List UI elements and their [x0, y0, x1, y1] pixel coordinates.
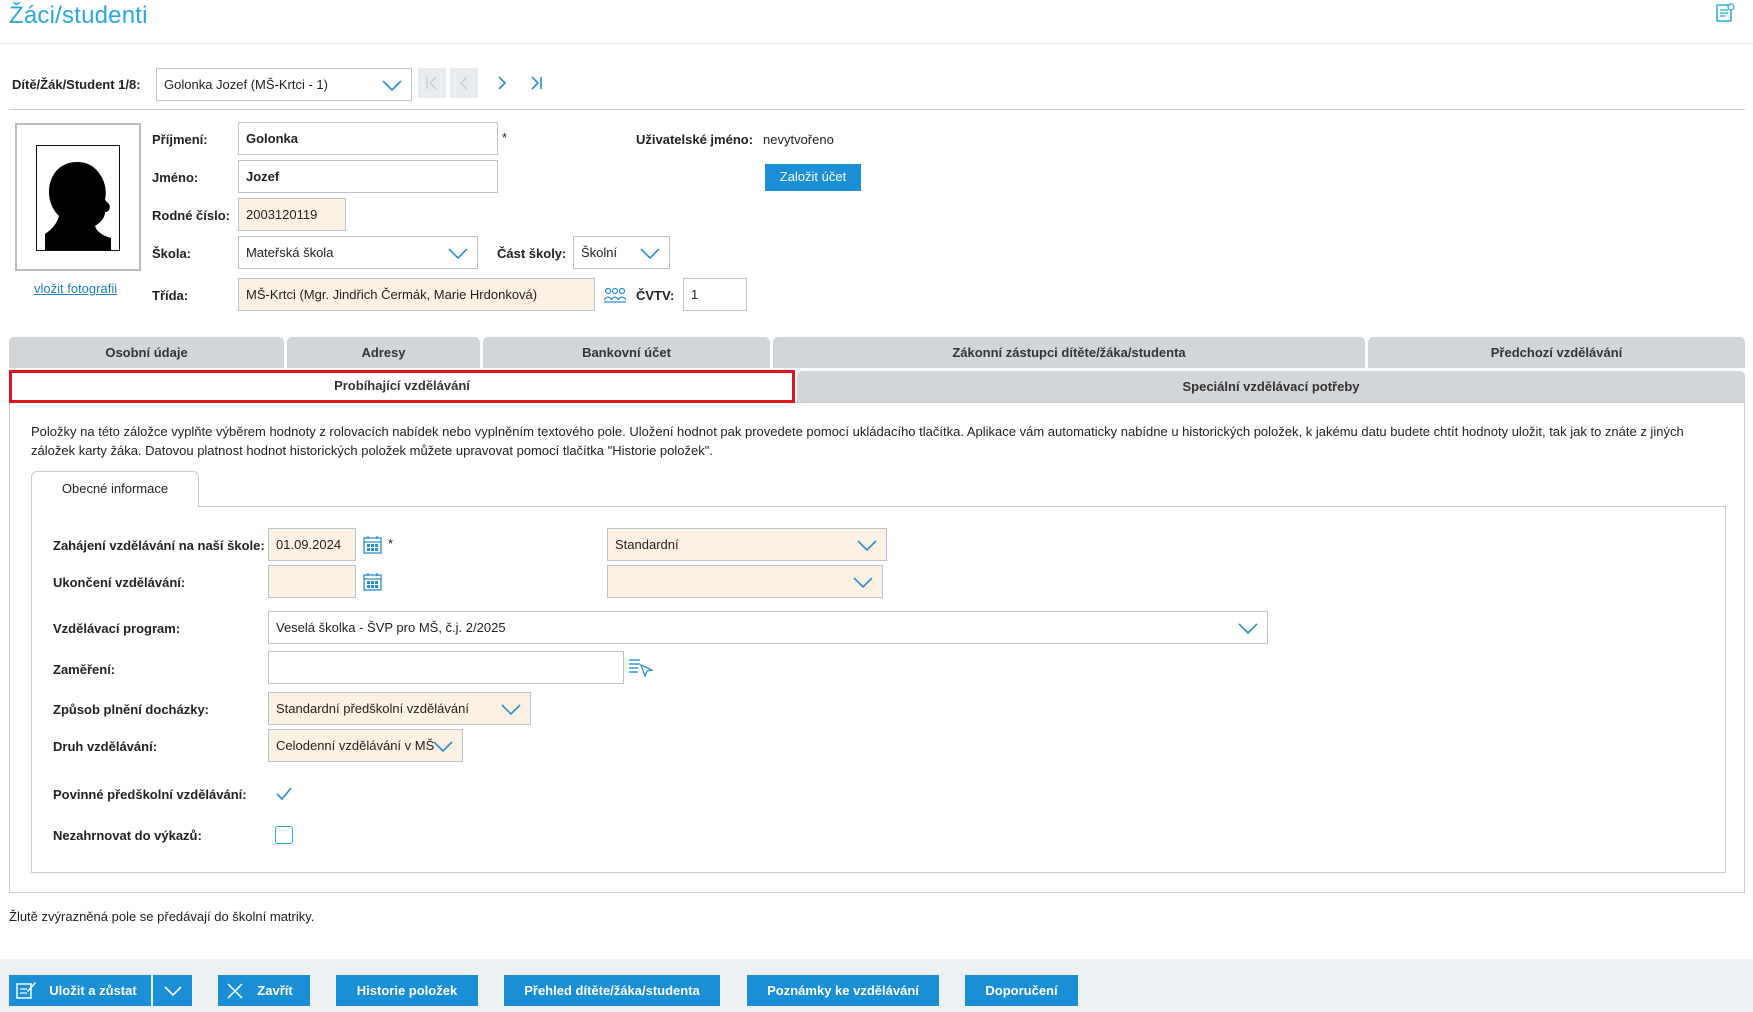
chevron-down-icon	[163, 986, 182, 997]
previous-record-button[interactable]	[450, 68, 478, 98]
tab-ongoing-education[interactable]: Probíhající vzdělávání	[9, 370, 795, 403]
footnote-text: Žlutě zvýrazněná pole se předávají do šk…	[9, 909, 315, 924]
school-part-select[interactable]: Školní	[573, 236, 670, 269]
insert-photo-link[interactable]: vložit fotografii	[34, 281, 117, 296]
save-and-stay-button[interactable]: Uložit a zůstat	[9, 975, 151, 1006]
program-select[interactable]: Veselá školka - ŠVP pro MŠ, č.j. 2/2025	[268, 611, 1268, 644]
tab-general-info[interactable]: Obecné informace	[31, 471, 199, 507]
checkmark-icon[interactable]	[274, 784, 294, 804]
school-label: Škola:	[152, 246, 192, 261]
student-nav-label: Dítě/Žák/Student 1/8:	[12, 77, 141, 92]
photo-placeholder	[36, 145, 120, 251]
chevron-down-icon	[640, 248, 660, 260]
class-input[interactable]: MŠ-Krtci (Mgr. Jindřich Čermák, Marie Hr…	[238, 278, 595, 311]
birth-number-label: Rodné číslo:	[152, 208, 231, 223]
start-type-value: Standardní	[615, 537, 679, 552]
close-label: Zavřít	[257, 983, 293, 998]
start-date-input[interactable]: 01.09.2024	[268, 528, 356, 561]
page-title: Žáci/studenti	[9, 2, 148, 29]
close-icon	[227, 983, 243, 999]
first-record-button[interactable]	[418, 68, 446, 98]
student-select[interactable]: Golonka Jozef (MŠ-Krtci - 1)	[156, 68, 412, 101]
education-notes-button[interactable]: Poznámky ke vzdělávání	[747, 975, 939, 1006]
education-kind-select[interactable]: Celodenní vzdělávání v MŠ	[268, 729, 463, 762]
chevron-down-icon	[448, 248, 468, 260]
required-mark: *	[388, 536, 394, 551]
focus-input[interactable]	[268, 651, 624, 684]
header-divider	[0, 43, 1753, 44]
school-select[interactable]: Mateřská škola	[238, 236, 478, 269]
create-account-button[interactable]: Založit účet	[765, 164, 861, 191]
first-icon	[426, 76, 437, 90]
start-type-select[interactable]: Standardní	[607, 528, 887, 561]
tab-bank-account[interactable]: Bankovní účet	[483, 337, 770, 368]
recommendation-button[interactable]: Doporučení	[965, 975, 1078, 1006]
mandatory-preschool-label: Povinné předškolní vzdělávání:	[53, 787, 247, 802]
school-part-label: Část školy:	[497, 246, 567, 261]
firstname-input[interactable]: Jozef	[238, 160, 498, 193]
exclude-reports-checkbox[interactable]	[275, 826, 293, 844]
school-select-value: Mateřská škola	[246, 245, 334, 260]
cvtv-label: ČVTV:	[636, 288, 675, 303]
nav-divider	[9, 109, 1745, 110]
last-icon	[531, 76, 542, 90]
calendar-icon[interactable]	[362, 534, 384, 556]
education-kind-label: Druh vzdělávání:	[53, 739, 158, 754]
username-value: nevytvořeno	[763, 132, 834, 147]
attendance-label: Způsob plnění docházky:	[53, 702, 210, 717]
program-value: Veselá školka - ŠVP pro MŠ, č.j. 2/2025	[276, 620, 506, 635]
info-text: Položky na této záložce vyplňte výběrem …	[31, 424, 1684, 458]
attendance-select[interactable]: Standardní předškolní vzdělávání	[268, 692, 531, 725]
general-info-panel	[31, 506, 1726, 873]
focus-label: Zaměření:	[53, 662, 116, 677]
tab-previous-education[interactable]: Předchozí vzdělávání	[1368, 337, 1745, 368]
save-options-button[interactable]	[153, 975, 192, 1006]
end-type-select[interactable]	[607, 565, 883, 598]
history-items-button[interactable]: Historie položek	[336, 975, 478, 1006]
end-date-input[interactable]	[268, 565, 356, 598]
chevron-down-icon	[501, 704, 521, 716]
education-kind-value: Celodenní vzdělávání v MŠ	[276, 738, 435, 753]
class-label: Třída:	[152, 288, 189, 303]
start-education-label: Zahájení vzdělávání na naší škole:	[53, 538, 265, 553]
next-record-button[interactable]	[488, 68, 516, 98]
save-and-stay-label: Uložit a zůstat	[49, 983, 137, 998]
chevron-down-icon	[1238, 623, 1258, 635]
chevron-down-icon	[853, 577, 873, 589]
tab-personal-data[interactable]: Osobní údaje	[9, 337, 284, 368]
list-select-icon[interactable]	[628, 656, 654, 678]
student-select-value: Golonka Jozef (MŠ-Krtci - 1)	[164, 77, 328, 92]
class-members-icon[interactable]	[603, 286, 627, 304]
close-button[interactable]: Zavřít	[218, 975, 310, 1006]
surname-input[interactable]: Golonka	[238, 122, 498, 155]
child-silhouette-icon	[45, 162, 111, 250]
surname-label: Příjmení:	[152, 132, 208, 147]
chevron-left-icon	[459, 76, 468, 90]
photo-frame	[15, 123, 141, 271]
help-notes-icon[interactable]	[1714, 2, 1736, 24]
student-overview-button[interactable]: Přehled dítěte/žáka/studenta	[504, 975, 720, 1006]
tab-special-needs[interactable]: Speciální vzdělávací potřeby	[797, 371, 1745, 402]
chevron-down-icon	[857, 540, 877, 552]
username-label: Uživatelské jméno:	[636, 132, 754, 147]
school-part-select-value: Školní	[581, 245, 618, 260]
firstname-label: Jméno:	[152, 170, 199, 185]
calendar-icon[interactable]	[362, 571, 384, 593]
birth-number-input[interactable]: 2003120119	[238, 198, 346, 231]
cvtv-input[interactable]: 1	[683, 278, 747, 311]
attendance-value: Standardní předškolní vzdělávání	[276, 701, 469, 716]
required-mark: *	[502, 130, 508, 145]
chevron-down-icon	[433, 741, 453, 753]
exclude-reports-label: Nezahrnovat do výkazů:	[53, 828, 202, 843]
chevron-right-icon	[498, 76, 507, 90]
save-edit-icon	[16, 982, 36, 999]
program-label: Vzdělávací program:	[53, 621, 181, 636]
tab-legal-guardians[interactable]: Zákonní zástupci dítěte/žáka/studenta	[773, 337, 1365, 368]
chevron-down-icon	[382, 80, 402, 92]
last-record-button[interactable]	[522, 68, 550, 98]
end-education-label: Ukončení vzdělávání:	[53, 575, 186, 590]
tab-addresses[interactable]: Adresy	[287, 337, 480, 368]
